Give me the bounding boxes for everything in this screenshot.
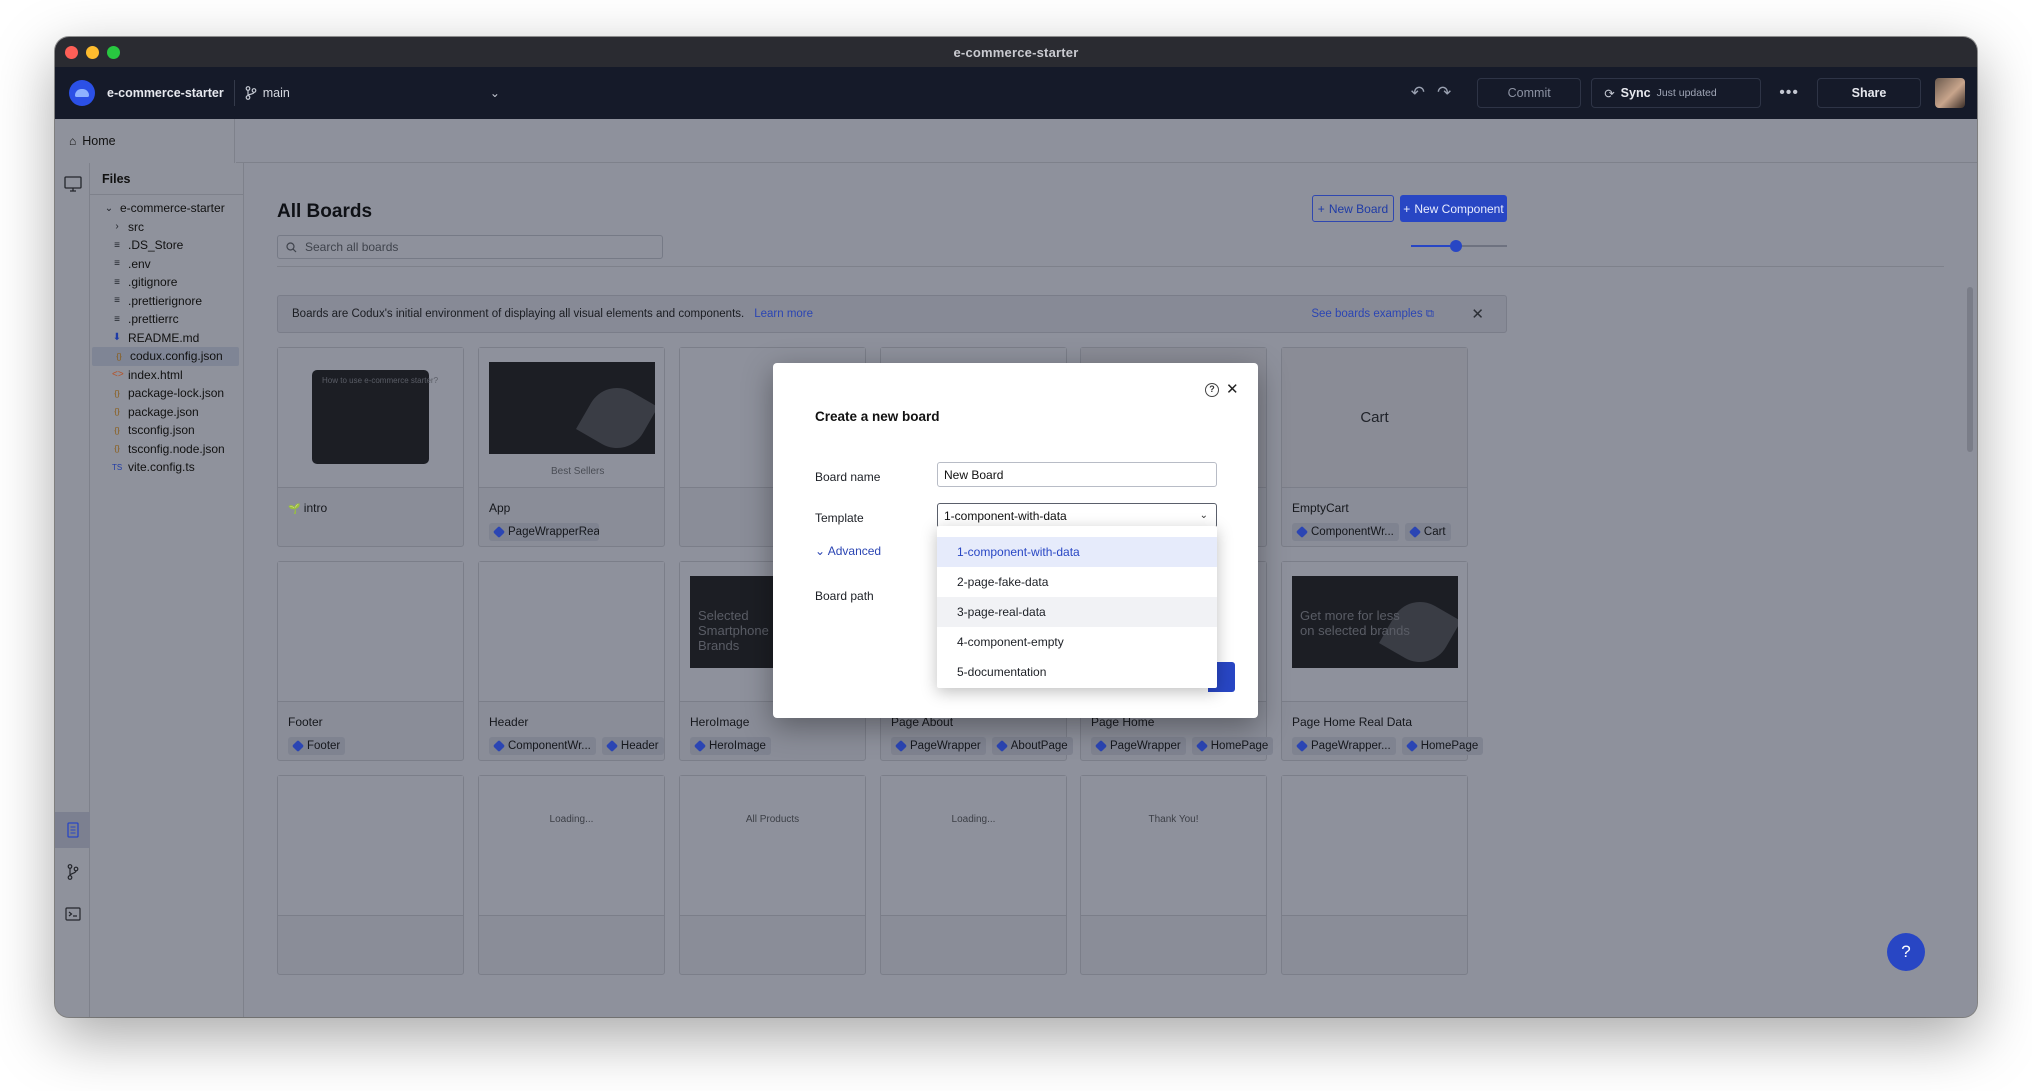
close-icon[interactable]: ✕	[1226, 380, 1239, 398]
template-label: Template	[815, 511, 864, 525]
help-icon[interactable]: ?	[1205, 383, 1219, 397]
chevron-down-icon: ⌄	[815, 544, 826, 558]
board-path-label: Board path	[815, 589, 874, 603]
template-option[interactable]: 4-component-empty	[937, 627, 1217, 657]
advanced-toggle[interactable]: ⌄ Advanced	[815, 544, 881, 558]
template-option[interactable]: 5-documentation	[937, 657, 1217, 687]
template-option[interactable]: 1-component-with-data	[937, 537, 1217, 567]
dialog-title: Create a new board	[815, 409, 940, 424]
board-name-input[interactable]: New Board	[937, 462, 1217, 487]
board-name-label: Board name	[815, 470, 881, 484]
chevron-down-icon: ⌄	[1199, 510, 1208, 521]
template-option[interactable]: 2-page-fake-data	[937, 567, 1217, 597]
help-button[interactable]: ?	[1887, 933, 1925, 971]
template-selected-value: 1-component-with-data	[944, 508, 1067, 523]
template-option[interactable]: 3-page-real-data	[937, 597, 1217, 627]
advanced-label: Advanced	[827, 544, 882, 558]
template-select[interactable]: 1-component-with-data ⌄	[937, 503, 1217, 528]
create-board-dialog: ? ✕ Create a new board Board name New Bo…	[773, 363, 1258, 718]
template-dropdown: 1-component-with-data 2-page-fake-data 3-p…	[937, 526, 1217, 688]
